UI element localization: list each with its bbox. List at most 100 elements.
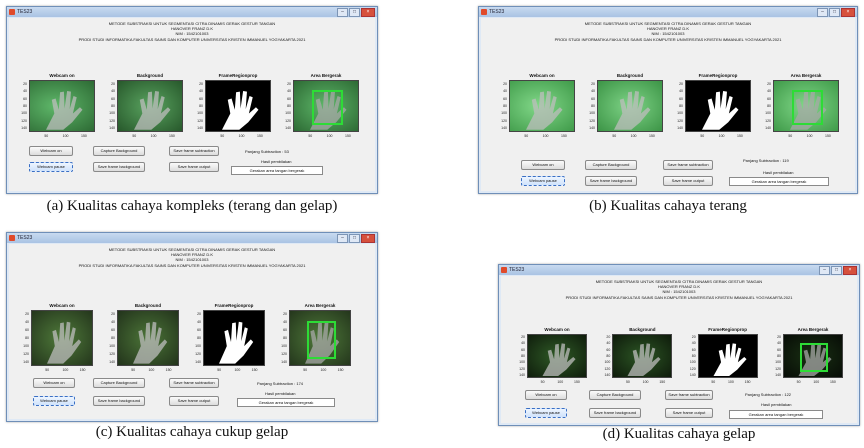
y-tick-label: 140	[677, 126, 683, 131]
save-frame-output-button[interactable]: Save frame output	[169, 162, 219, 172]
webcam-pause-button[interactable]: Webcam pause	[29, 162, 73, 172]
binary-mask-image	[205, 80, 271, 132]
window-controls: – □ ×	[337, 8, 375, 17]
y-tick-label: 20	[111, 81, 115, 86]
subtraction-value: Panjang Subtraction : 122	[745, 392, 792, 397]
webcam-pause-button[interactable]: Webcam pause	[521, 176, 565, 186]
webcam-on-button[interactable]: Webcam on	[33, 378, 75, 388]
x-tick-label: 50	[44, 134, 49, 138]
x-tick-label: 150	[165, 368, 172, 372]
webcam-pause-button[interactable]: Webcam pause	[33, 396, 75, 406]
webcam-on-button[interactable]: Webcam on	[525, 390, 567, 400]
binary-mask-image	[697, 334, 758, 378]
axes-background: Background 20 40 60 80 100 120 140 50 100 150	[589, 73, 663, 138]
webcam-on-button[interactable]: Webcam on	[521, 160, 565, 170]
maximize-button[interactable]: □	[829, 8, 840, 17]
save-frame-subtraction-button[interactable]: Save frame subtraction	[665, 390, 713, 400]
axes-row: Webcam on 20 40 60 80 100 120 140 50 100 150 Back…	[21, 73, 359, 138]
caption-c: (c) Kualitas cahaya cukup gelap	[95, 424, 289, 440]
axes-background: Background 20 40 60 80 100 120 140 50 100 150	[109, 73, 183, 138]
app-icon	[481, 9, 487, 15]
close-button[interactable]: ×	[361, 234, 375, 243]
capture-background-button[interactable]: Capture Background	[93, 146, 145, 156]
maximize-button[interactable]: □	[349, 234, 360, 243]
minimize-button[interactable]: –	[819, 266, 830, 275]
y-tick-label: 140	[285, 126, 291, 131]
x-tick-label: 150	[659, 380, 666, 384]
x-tick-label: 50	[612, 134, 617, 138]
x-tick-label: 100	[630, 134, 637, 138]
matlab-window: TES23 – □ × METODE SUBSTRAKSI UNTUK SEGM…	[478, 6, 858, 194]
x-tick-label: 50	[132, 134, 137, 138]
x-tick-label: 100	[148, 368, 155, 372]
minimize-button[interactable]: –	[337, 8, 348, 17]
save-frame-subtraction-button[interactable]: Save frame subtraction	[169, 146, 219, 156]
x-tick-label: 100	[238, 134, 245, 138]
axes-area-bergerak: Area Bergerak 20 40 60 80 100 120 140 50 100 150	[281, 303, 351, 372]
close-button[interactable]: ×	[841, 8, 855, 17]
x-tick-label: 150	[829, 380, 836, 384]
figure-client: METODE SUBSTRAKSI UNTUK SEGMENTASI CITRA…	[9, 244, 375, 419]
save-frame-subtraction-button[interactable]: Save frame subtraction	[169, 378, 219, 388]
save-frame-background-button[interactable]: Save frame background	[93, 162, 145, 172]
y-tick-label: 120	[775, 366, 781, 371]
capture-background-button[interactable]: Capture Background	[589, 390, 641, 400]
y-tick-label: 100	[109, 111, 115, 116]
close-button[interactable]: ×	[843, 266, 857, 275]
window-controls: – □ ×	[817, 8, 855, 17]
y-tick-label: 20	[521, 335, 525, 340]
y-tick-label: 120	[285, 118, 291, 123]
y-tick-label: 60	[777, 347, 781, 352]
webcam-image	[527, 334, 587, 378]
webcam-pause-button[interactable]: Webcam pause	[525, 408, 567, 418]
y-tick-label: 60	[767, 96, 771, 101]
capture-background-button[interactable]: Capture Background	[93, 378, 145, 388]
capture-background-button[interactable]: Capture Background	[585, 160, 637, 170]
y-tick-label: 140	[765, 126, 771, 131]
y-tick-label: 120	[765, 118, 771, 123]
axes-title-area-bergerak: Area Bergerak	[310, 73, 342, 78]
y-tick-label: 20	[25, 312, 29, 316]
hand-silhouette	[614, 91, 651, 130]
minimize-button[interactable]: –	[817, 8, 828, 17]
y-tick-label: 40	[199, 89, 203, 94]
maximize-button[interactable]: □	[349, 8, 360, 17]
x-tick-label: 100	[62, 368, 69, 372]
save-frame-output-button[interactable]: Save frame output	[169, 396, 219, 406]
y-tick-label: 40	[521, 341, 525, 346]
axes-title-webcam: Webcam on	[529, 73, 555, 78]
y-tick-label: 100	[501, 111, 507, 116]
x-tick-label: 50	[220, 134, 225, 138]
minimize-button[interactable]: –	[337, 234, 348, 243]
y-tick-label: 140	[23, 360, 29, 364]
save-frame-background-button[interactable]: Save frame background	[585, 176, 637, 186]
y-tick-label: 40	[25, 320, 29, 324]
x-tick-label: 50	[625, 380, 630, 384]
window-title: TES23	[509, 267, 525, 273]
webcam-image	[31, 310, 93, 366]
y-tick-label: 60	[606, 347, 611, 352]
y-tick-label: 40	[197, 320, 201, 324]
axes-background: Background 20 40 60 80 100 120 140 50 100 150	[604, 327, 673, 384]
y-tick-label: 20	[503, 81, 507, 86]
save-frame-background-button[interactable]: Save frame background	[589, 408, 641, 418]
webcam-on-button[interactable]: Webcam on	[29, 146, 73, 156]
x-tick-label: 50	[45, 368, 50, 372]
header-line-4: PRODI STUDI INFORMATIKA FAKULTAS SAINS D…	[565, 294, 793, 300]
axes-title-webcam: Webcam on	[544, 327, 570, 332]
y-tick-label: 20	[197, 312, 201, 316]
save-frame-background-button[interactable]: Save frame background	[93, 396, 145, 406]
save-frame-output-button[interactable]: Save frame output	[663, 176, 713, 186]
axes-webcam: Webcam on 20 40 60 80 100 120 140 50 100 150	[501, 73, 575, 138]
maximize-button[interactable]: □	[831, 266, 842, 275]
x-tick-label: 100	[718, 134, 725, 138]
x-tick-label: 100	[557, 380, 564, 384]
y-tick-label: 40	[23, 89, 27, 94]
axes-row: Webcam on 20 40 60 80 100 120 140 50 100 150 Back…	[519, 327, 843, 384]
y-tick-label: 20	[199, 81, 203, 86]
save-frame-output-button[interactable]: Save frame output	[665, 408, 713, 418]
close-button[interactable]: ×	[361, 8, 375, 17]
y-tick-label: 60	[197, 328, 201, 332]
y-tick-label: 140	[689, 372, 696, 377]
save-frame-subtraction-button[interactable]: Save frame subtraction	[663, 160, 713, 170]
